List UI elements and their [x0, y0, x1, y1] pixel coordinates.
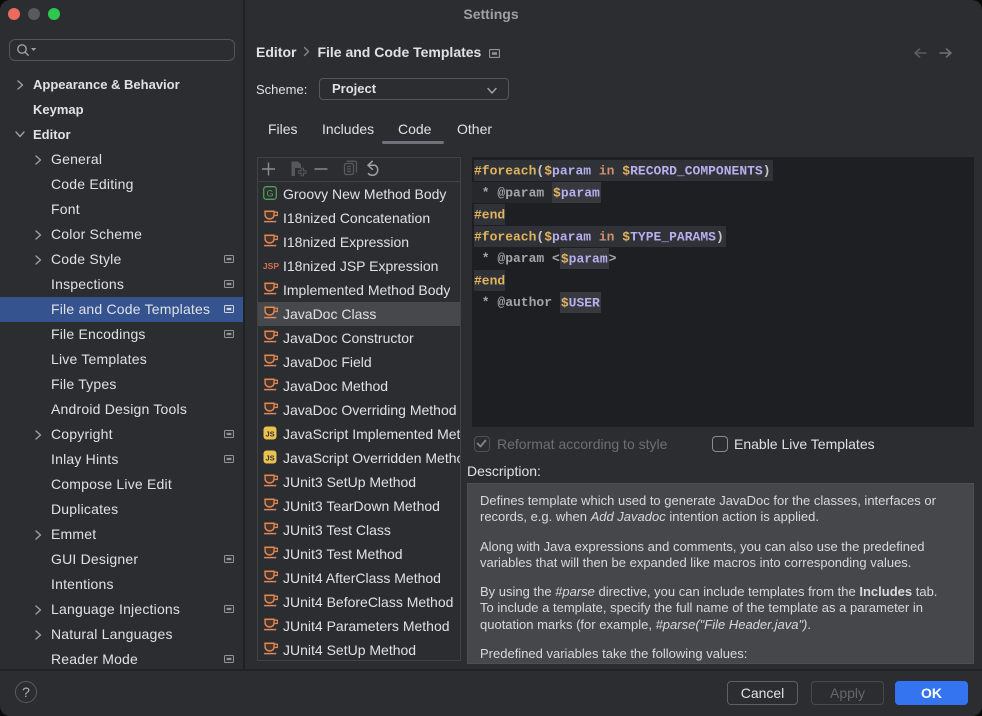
- svg-text:JS: JS: [265, 453, 274, 462]
- svg-text:JS: JS: [265, 429, 274, 438]
- svg-text:G: G: [266, 188, 273, 198]
- svg-text:JSP: JSP: [263, 261, 279, 271]
